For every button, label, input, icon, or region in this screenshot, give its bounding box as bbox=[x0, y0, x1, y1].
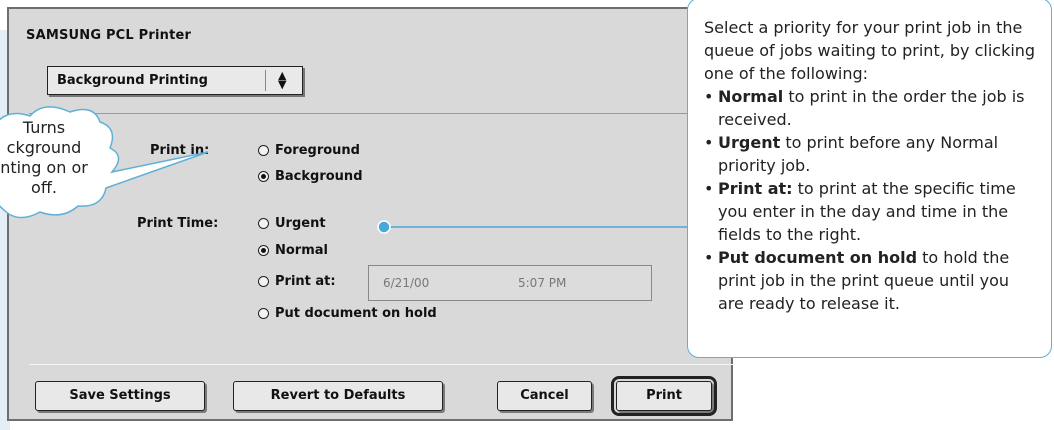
cloud-callout-text: Turns ckground nting on or off. bbox=[0, 118, 94, 198]
item-term: Urgent bbox=[718, 133, 781, 152]
cloud-line: nting on or bbox=[0, 158, 88, 177]
item-term: Normal bbox=[718, 87, 784, 106]
list-item: Print at: to print at the specific time … bbox=[704, 177, 1039, 246]
priority-info-callout: Select a priority for your print job in … bbox=[687, 0, 1052, 358]
cloud-line: off. bbox=[31, 178, 57, 197]
list-item: Put document on hold to hold the print j… bbox=[704, 246, 1039, 315]
item-term: Print at: bbox=[718, 179, 793, 198]
priority-list: Normal to print in the order the job is … bbox=[704, 85, 1039, 315]
list-item: Normal to print in the order the job is … bbox=[704, 85, 1039, 131]
cloud-line: ckground bbox=[6, 138, 82, 157]
list-item: Urgent to print before any Normal priori… bbox=[704, 131, 1039, 177]
item-term: Put document on hold bbox=[718, 248, 918, 267]
callout-intro: Select a priority for your print job in … bbox=[704, 18, 1036, 83]
callout-connector-dot bbox=[377, 220, 391, 234]
cloud-line: Turns bbox=[22, 118, 66, 137]
